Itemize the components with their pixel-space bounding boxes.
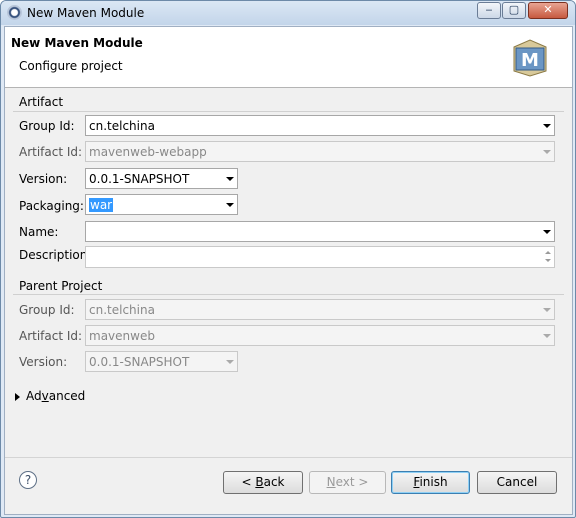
wizard-title: New Maven Module [11,36,143,50]
packaging-value: war [89,198,114,212]
finish-rest: inish [419,475,448,489]
parent-divider [13,294,564,295]
scroll-down-icon[interactable] [545,259,551,262]
scroll-up-icon[interactable] [545,251,551,254]
chevron-down-icon [543,230,551,234]
advanced-toggle[interactable]: Advanced [26,389,85,403]
description-label: Description: [19,248,92,262]
artifact-id-combo: mavenweb-webapp [85,141,555,162]
artifact-section-label: Artifact [19,95,64,109]
dialog-content: New Maven Module Configure project M Art… [4,26,573,515]
version-label: Version: [19,172,68,186]
minimize-icon: ‒ [485,3,493,16]
next-mnemonic: N [326,475,336,489]
maximize-button[interactable]: ▢ [502,2,526,19]
cancel-label: Cancel [496,475,538,489]
group-id-value: cn.telchina [89,119,155,133]
footer-divider [5,457,572,458]
back-prefix: < [241,475,256,489]
name-label: Name: [19,225,59,239]
parent-artifact-id-label: Artifact Id: [19,329,83,343]
close-icon: ✕ [543,3,553,16]
parent-section-label: Parent Project [19,279,103,293]
back-button[interactable]: < Back [223,471,303,494]
back-mnemonic: B [255,475,264,489]
group-id-combo[interactable]: cn.telchina [85,115,555,136]
group-id-label: Group Id: [19,119,75,133]
close-button[interactable]: ✕ [528,2,568,19]
parent-group-id-value: cn.telchina [89,303,155,317]
parent-group-id-label: Group Id: [19,303,75,317]
chevron-down-icon [226,203,234,207]
description-textarea[interactable] [85,246,555,268]
chevron-down-icon [543,150,551,154]
wizard-banner: New Maven Module Configure project M [5,27,572,88]
maximize-icon: ▢ [508,3,520,16]
packaging-label: Packaging: [19,199,84,213]
chevron-down-icon [543,334,551,338]
window-title: New Maven Module [27,6,145,20]
dialog-window: New Maven Module ‒ ▢ ✕ New Maven Module … [0,0,576,518]
name-combo[interactable] [85,221,555,242]
title-bar[interactable]: New Maven Module ‒ ▢ ✕ [1,1,575,25]
minimize-button[interactable]: ‒ [477,2,501,19]
parent-artifact-id-value: mavenweb [89,329,155,343]
chevron-down-icon [543,308,551,312]
back-rest: ack [263,475,285,489]
chevron-down-icon [226,177,234,181]
next-button[interactable]: Next > [309,471,386,494]
help-icon: ? [24,473,32,487]
version-value: 0.0.1-SNAPSHOT [89,172,190,186]
eclipse-app-icon [7,5,22,20]
parent-version-label: Version: [19,355,68,369]
chevron-down-icon [543,124,551,128]
wizard-subtitle: Configure project [19,59,123,73]
expand-arrow-icon[interactable] [15,393,20,401]
help-button[interactable]: ? [19,471,37,489]
artifact-id-value: mavenweb-webapp [89,145,207,159]
maven-logo-icon: M [513,39,547,77]
finish-button[interactable]: Finish [391,471,470,494]
advanced-label: Advanced [26,389,86,403]
version-combo[interactable]: 0.0.1-SNAPSHOT [85,168,238,189]
packaging-combo[interactable]: war [85,194,238,215]
parent-version-value: 0.0.1-SNAPSHOT [89,355,190,369]
next-rest: ext > [335,475,369,489]
artifact-id-label: Artifact Id: [19,145,83,159]
parent-version-combo: 0.0.1-SNAPSHOT [85,351,238,372]
logo-letter: M [521,50,539,71]
parent-group-id-combo: cn.telchina [85,299,555,320]
chevron-down-icon [226,360,234,364]
artifact-divider [13,111,564,112]
cancel-button[interactable]: Cancel [477,471,557,494]
parent-artifact-id-combo: mavenweb [85,325,555,346]
